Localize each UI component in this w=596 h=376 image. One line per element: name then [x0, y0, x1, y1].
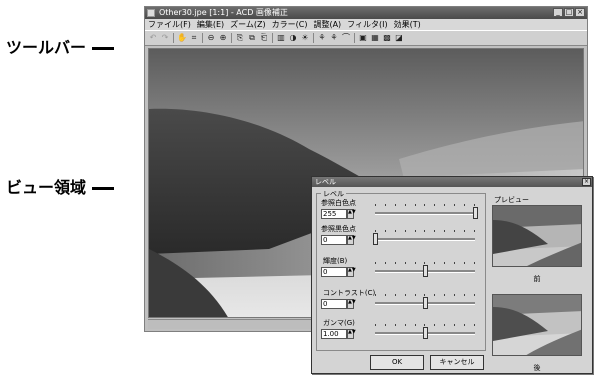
level-value-input[interactable]: 0	[321, 267, 347, 277]
effect-3-icon[interactable]: ⌒	[341, 33, 351, 43]
toolbar: ↶ ↷ ✋ ⌗ ⊖ ⊕ ⎘ ⧉ ⎗ ▥ ◑ ☀ ⚘ ⚘ ⌒ ▣ ▦ ▩ ◪	[145, 30, 587, 46]
app-icon[interactable]	[147, 9, 155, 17]
spin-buttons[interactable]: ▲▼	[347, 267, 356, 277]
close-button[interactable]: ×	[575, 8, 585, 17]
spin-buttons[interactable]: ▲▼	[347, 209, 356, 219]
preview-after	[492, 294, 582, 356]
toolbar-separator	[231, 33, 232, 43]
slider-thumb[interactable]	[423, 327, 428, 339]
levels-group: レベル 参照白色点 255 ▲▼ 参照黒色点 0 ▲▼ 輝度(B) 0 ▲▼ コントラスト(C) 0…	[316, 189, 486, 351]
spin-buttons[interactable]: ▲▼	[347, 299, 356, 309]
preview-before	[492, 205, 582, 267]
menu-filter[interactable]: フィルタ(I)	[347, 19, 387, 30]
contrast-icon[interactable]: ◑	[288, 33, 298, 43]
slider-ticks	[375, 294, 475, 296]
ok-button[interactable]: OK	[370, 355, 424, 370]
callout-pointer-line	[92, 47, 115, 50]
effect-1-icon[interactable]: ⚘	[317, 33, 327, 43]
level-row-label: ガンマ(G)	[323, 319, 355, 327]
view-area-callout: ビュー領域	[6, 174, 115, 198]
levels-dialog: レベル × レベル 参照白色点 255 ▲▼ 参照黒色点 0 ▲▼ 輝度(B) 0 ▲▼ コントラ…	[311, 176, 593, 374]
toolbar-separator	[354, 33, 355, 43]
cancel-button[interactable]: キャンセル	[430, 355, 484, 370]
menu-zoom[interactable]: ズーム(Z)	[230, 19, 265, 30]
level-value-input[interactable]: 255	[321, 209, 347, 219]
menu-effects[interactable]: 効果(T)	[394, 19, 421, 30]
level-row-label: コントラスト(C)	[323, 289, 376, 297]
spin-buttons[interactable]: ▲▼	[347, 329, 356, 339]
toolbar-separator	[313, 33, 314, 43]
preview-before-image	[493, 206, 581, 266]
crop-icon[interactable]: ⌗	[189, 33, 199, 43]
undo-icon[interactable]: ↶	[148, 33, 158, 43]
pan-hand-icon[interactable]: ✋	[177, 33, 187, 43]
preview-after-caption: 後	[533, 364, 541, 372]
image-2-icon[interactable]: ▦	[370, 33, 380, 43]
image-1-icon[interactable]: ▣	[358, 33, 368, 43]
toolbar-separator	[173, 33, 174, 43]
level-row-label: 輝度(B)	[323, 257, 348, 265]
menu-adjust[interactable]: 調整(A)	[313, 19, 341, 30]
preview-after-image	[493, 295, 581, 355]
menu-edit[interactable]: 編集(E)	[197, 19, 224, 30]
toolbar-callout: ツールバー	[6, 34, 115, 58]
slider-thumb[interactable]	[373, 233, 378, 245]
levels-icon[interactable]: ▥	[276, 33, 286, 43]
title-bar[interactable]: Other30.jpe [1:1] - ACD 画像補正 _ □ ×	[145, 7, 587, 19]
dialog-close-button[interactable]: ×	[582, 178, 591, 186]
dialog-title-bar[interactable]: レベル ×	[312, 177, 592, 187]
callout-pointer-line	[92, 187, 115, 190]
copy-icon[interactable]: ⎘	[235, 33, 245, 43]
slider-thumb[interactable]	[473, 207, 478, 219]
copy-merge-icon[interactable]: ⧉	[247, 33, 257, 43]
slider-ticks	[375, 262, 475, 264]
level-value-input[interactable]: 0	[321, 235, 347, 245]
toolbar-separator	[202, 33, 203, 43]
slider-thumb[interactable]	[423, 297, 428, 309]
menu-file[interactable]: ファイル(F)	[148, 19, 191, 30]
zoom-in-icon[interactable]: ⊕	[218, 33, 228, 43]
slider-ticks	[375, 230, 475, 232]
dialog-title: レベル	[315, 178, 336, 186]
maximize-button[interactable]: □	[564, 8, 574, 17]
preview-label: プレビュー	[494, 196, 529, 204]
level-value-input[interactable]: 1.00	[321, 329, 347, 339]
slider-ticks	[375, 204, 475, 206]
level-value-input[interactable]: 0	[321, 299, 347, 309]
menu-bar: ファイル(F) 編集(E) ズーム(Z) カラー(C) 調整(A) フィルタ(I…	[145, 19, 587, 30]
menu-color[interactable]: カラー(C)	[272, 19, 308, 30]
toolbar-callout-text: ツールバー	[6, 38, 87, 57]
paste-icon[interactable]: ⎗	[259, 33, 269, 43]
image-4-icon[interactable]: ◪	[394, 33, 404, 43]
spin-buttons[interactable]: ▲▼	[347, 235, 356, 245]
slider-thumb[interactable]	[423, 265, 428, 277]
level-row-label: 参照黒色点	[321, 225, 356, 233]
redo-icon[interactable]: ↷	[160, 33, 170, 43]
level-row-label: 参照白色点	[321, 199, 356, 207]
slider-track[interactable]	[375, 238, 475, 241]
window-title: Other30.jpe [1:1] - ACD 画像補正	[159, 8, 288, 17]
toolbar-separator	[272, 33, 273, 43]
slider-track[interactable]	[375, 212, 475, 215]
slider-ticks	[375, 324, 475, 326]
image-3-icon[interactable]: ▩	[382, 33, 392, 43]
minimize-button[interactable]: _	[553, 8, 563, 17]
preview-before-caption: 前	[533, 275, 541, 283]
effect-2-icon[interactable]: ⚘	[329, 33, 339, 43]
zoom-out-icon[interactable]: ⊖	[206, 33, 216, 43]
view-area-callout-text: ビュー領域	[6, 178, 87, 197]
brightness-icon[interactable]: ☀	[300, 33, 310, 43]
